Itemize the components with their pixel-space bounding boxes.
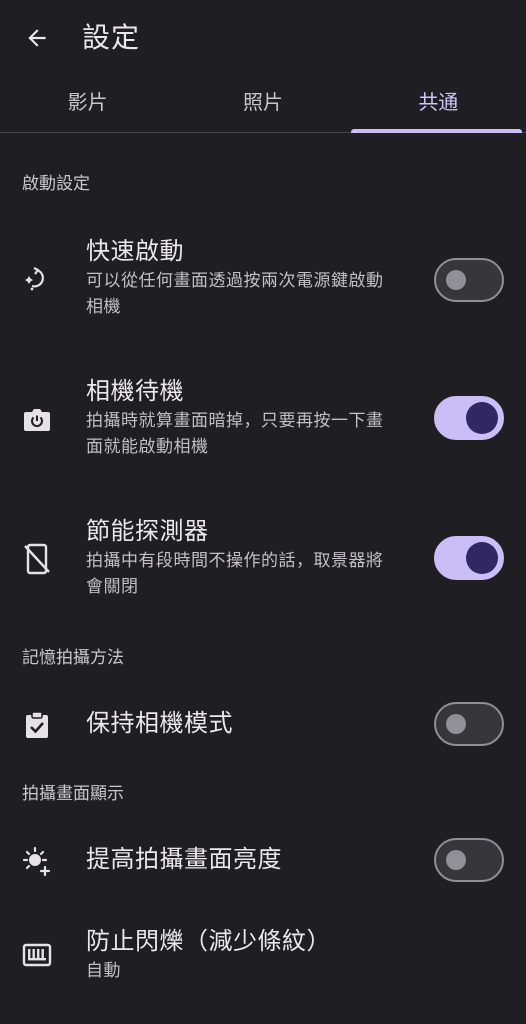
tab-label: 照片 — [242, 90, 283, 114]
setting-title: 相機待機 — [86, 377, 184, 405]
setting-row-anti-flicker[interactable]: 防止閃爍（減少條紋） 自動 — [0, 920, 526, 1000]
tab-video[interactable]: 影片 — [0, 78, 175, 132]
app-bar: 設定 — [0, 0, 526, 78]
setting-row-power-saver[interactable]: 節能探測器 拍攝中有段時間不操作的話，取景器將 會關閉 — [0, 506, 526, 624]
tab-label: 共通 — [418, 90, 459, 114]
arrow-back-icon — [28, 29, 46, 47]
subtitle-line: 可以從任何畫面透過按兩次電源鍵啟動 — [86, 271, 384, 291]
subtitle-line: 相機 — [86, 297, 121, 317]
setting-title: 快速啟動 — [86, 237, 184, 265]
setting-subtitle: 拍攝中有段時間不操作的話，取景器將 會關閉 — [86, 548, 416, 600]
setting-row-camera-standby[interactable]: 相機待機 拍攝時就算畫面暗掉，只要再按一下畫 面就能啟動相機 — [0, 366, 526, 484]
toggle-knob — [466, 542, 498, 574]
clipboard-check-icon — [20, 708, 54, 742]
setting-row-quick-launch[interactable]: 快速啟動 可以從任何畫面透過按兩次電源鍵啟動 相機 — [0, 226, 526, 344]
section-header-display: 拍攝畫面顯示 — [22, 784, 124, 804]
section-header-launch: 啟動設定 — [22, 174, 90, 194]
flicker-icon — [20, 938, 54, 972]
brightness-plus-icon — [20, 844, 54, 878]
setting-title: 節能探測器 — [86, 517, 209, 545]
setting-subtitle: 拍攝時就算畫面暗掉，只要再按一下畫 面就能啟動相機 — [86, 408, 416, 460]
subtitle-line: 拍攝時就算畫面暗掉，只要再按一下畫 — [86, 411, 384, 431]
setting-subtitle: 自動 — [86, 961, 121, 981]
setting-title: 提高拍攝畫面亮度 — [86, 845, 282, 873]
toggle-knob — [446, 714, 466, 734]
tab-label: 影片 — [67, 90, 108, 114]
camera-power-icon — [20, 402, 54, 436]
setting-title: 保持相機模式 — [86, 709, 233, 737]
camera-standby-toggle[interactable] — [434, 396, 504, 440]
tab-bar: 影片 照片 共通 — [0, 78, 526, 133]
brightness-toggle[interactable] — [434, 838, 504, 882]
tab-common[interactable]: 共通 — [350, 78, 526, 133]
tab-photo[interactable]: 照片 — [175, 78, 350, 132]
quick-launch-sparkle-icon — [20, 262, 54, 296]
subtitle-line: 拍攝中有段時間不操作的話，取景器將 — [86, 551, 384, 571]
toggle-knob — [466, 402, 498, 434]
power-saver-toggle[interactable] — [434, 536, 504, 580]
setting-row-keep-mode[interactable]: 保持相機模式 — [0, 686, 526, 764]
page-title: 設定 — [82, 21, 141, 54]
keep-mode-toggle[interactable] — [434, 702, 504, 746]
quick-launch-toggle[interactable] — [434, 258, 504, 302]
tab-active-indicator — [350, 129, 522, 133]
back-button[interactable] — [14, 18, 60, 58]
toggle-knob — [446, 270, 466, 290]
setting-title: 防止閃爍（減少條紋） — [86, 927, 331, 955]
setting-row-brightness[interactable]: 提高拍攝畫面亮度 — [0, 822, 526, 900]
section-header-memory: 記憶拍攝方法 — [22, 648, 124, 668]
setting-subtitle: 可以從任何畫面透過按兩次電源鍵啟動 相機 — [86, 268, 416, 320]
subtitle-line: 面就能啟動相機 — [86, 437, 209, 457]
phone-off-icon — [20, 542, 54, 576]
toggle-knob — [446, 850, 466, 870]
subtitle-line: 會關閉 — [86, 577, 139, 597]
